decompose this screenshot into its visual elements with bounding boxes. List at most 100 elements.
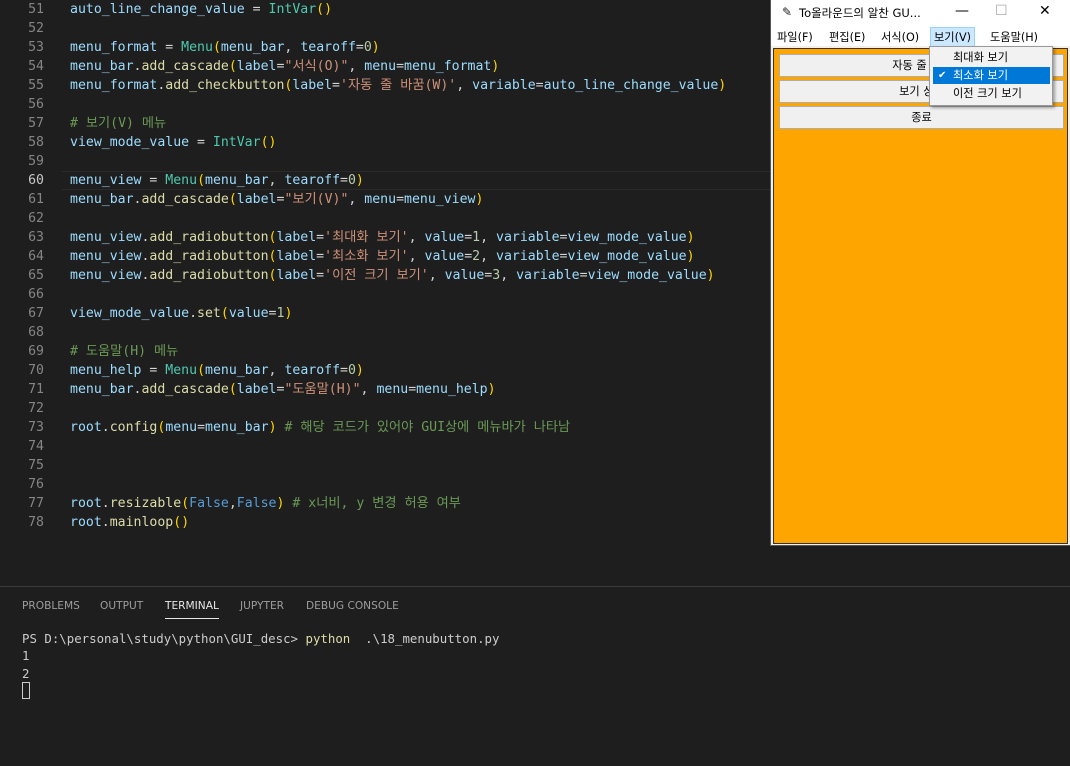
code-token: Menu	[165, 363, 198, 378]
tab-debug-console[interactable]: DEBUG CONSOLE	[306, 600, 399, 612]
code-token: view_mode_value	[70, 306, 190, 321]
line-number: 72	[28, 401, 44, 416]
code-token: ,	[284, 40, 301, 55]
code-token: menu_bar	[70, 382, 134, 397]
menu-file[interactable]: 파일(F)	[777, 29, 813, 45]
exit-button[interactable]: 종료	[779, 106, 1064, 129]
code-token: )	[487, 382, 496, 397]
code-token: ,	[228, 496, 237, 511]
code-token: =	[535, 78, 544, 93]
code-token: variable	[472, 78, 536, 93]
line-number: 71	[28, 382, 44, 397]
code-token: )	[355, 363, 364, 378]
code-token: menu_view	[404, 192, 476, 207]
code-text: # 보기(V) 메뉴	[70, 114, 166, 133]
menu-format[interactable]: 서식(O)	[881, 29, 919, 45]
menu-edit[interactable]: 편집(E)	[829, 29, 865, 45]
line-number: 68	[28, 325, 44, 340]
code-token: =	[244, 2, 269, 17]
code-token: "서식(O)"	[284, 59, 349, 74]
code-text: # 도움말(H) 메뉴	[70, 342, 178, 361]
line-number: 62	[28, 211, 44, 226]
code-token: menu_bar	[220, 40, 285, 55]
code-token: )	[686, 230, 695, 245]
code-token: value	[424, 249, 465, 264]
terminal-command-line[interactable]: PS D:\personal\study\python\GUI_desc> py…	[22, 631, 499, 646]
code-token: ,	[500, 268, 517, 283]
app-menubar: 파일(F) 편집(E) 서식(O) 보기(V) 도움말(H)	[771, 26, 1070, 47]
code-token: 0	[363, 40, 372, 55]
code-token: root	[70, 496, 102, 511]
code-token: (	[197, 363, 206, 378]
menu-item-label: 이전 크기 보기	[953, 87, 1022, 100]
line-number: 54	[28, 59, 44, 74]
code-token: # 해당 코드가 있어야 GUI상에 메뉴바가 나타남	[284, 420, 571, 435]
code-token: =	[141, 363, 166, 378]
terminal-cursor-line[interactable]	[22, 682, 30, 699]
menu-item-minimize-view[interactable]: ✔ 최소화 보기	[933, 67, 1050, 84]
tab-terminal[interactable]: TERMINAL	[165, 600, 219, 619]
code-token: =	[355, 40, 364, 55]
code-token: view_mode_value	[567, 230, 687, 245]
terminal-cursor	[22, 682, 30, 699]
code-token: menu	[376, 382, 409, 397]
code-token: menu_view	[70, 173, 142, 188]
code-text: menu_help = Menu(menu_bar, tearoff=0)	[70, 361, 364, 380]
tab-problems[interactable]: PROBLEMS	[22, 600, 80, 612]
close-icon[interactable]: ✕	[1039, 3, 1051, 19]
window-title: To올라운드의 알찬 GU...	[799, 6, 921, 20]
code-token: 0	[347, 363, 356, 378]
code-token: ,	[268, 363, 285, 378]
minimize-icon[interactable]: —	[955, 3, 969, 19]
maximize-icon[interactable]: ☐	[995, 3, 1008, 19]
code-text: menu_view = Menu(menu_bar, tearoff=0)	[70, 171, 364, 190]
code-token: )	[706, 268, 715, 283]
code-token: menu_bar	[205, 173, 269, 188]
code-token: '최대화 보기'	[324, 230, 409, 245]
line-number: 65	[28, 268, 44, 283]
menu-item-restore-view[interactable]: 이전 크기 보기	[933, 85, 1050, 102]
code-token: =	[579, 268, 588, 283]
tab-jupyter[interactable]: JUPYTER	[240, 600, 284, 612]
code-token: 3	[492, 268, 501, 283]
window-titlebar[interactable]: ✎ To올라운드의 알찬 GU... — ☐ ✕	[771, 0, 1070, 26]
code-token: root	[70, 515, 102, 530]
code-token: 0	[347, 173, 356, 188]
tab-output[interactable]: OUTPUT	[100, 600, 143, 612]
code-token: =	[189, 135, 213, 150]
code-text: menu_format.add_checkbutton(label='자동 줄 …	[70, 76, 726, 95]
line-number: 64	[28, 249, 44, 264]
code-token: add_radiobutton	[149, 268, 269, 283]
code-token: label	[236, 59, 277, 74]
line-number: 52	[28, 21, 44, 36]
code-token: ,	[480, 249, 496, 264]
code-text: menu_view.add_radiobutton(label='최대화 보기'…	[70, 228, 695, 247]
code-token: menu_view	[70, 268, 142, 283]
code-text: menu_bar.add_cascade(label="보기(V)", menu…	[70, 190, 483, 209]
code-token: )	[284, 306, 293, 321]
line-number: 53	[28, 40, 44, 55]
code-token: menu_view	[70, 249, 142, 264]
code-token: value	[228, 306, 269, 321]
line-number: 77	[28, 496, 44, 511]
code-token: )	[686, 249, 695, 264]
code-token: menu_format	[404, 59, 492, 74]
code-token: Menu	[165, 173, 198, 188]
code-token: mainloop	[109, 515, 174, 530]
menu-item-maximize-view[interactable]: 최대화 보기	[933, 49, 1050, 66]
terminal-args: .\18_menubutton.py	[350, 631, 500, 646]
menu-view[interactable]: 보기(V)	[930, 27, 975, 47]
line-number: 57	[28, 116, 44, 131]
code-token: =	[332, 78, 340, 93]
code-token: =	[340, 363, 348, 378]
code-token: variable	[496, 249, 560, 264]
code-token: auto_line_change_value	[70, 2, 245, 17]
line-number: 75	[28, 458, 44, 473]
check-icon: ✔	[938, 70, 947, 81]
code-token: view_mode_value	[587, 268, 707, 283]
code-token: menu_help	[416, 382, 488, 397]
code-token: =	[316, 249, 325, 264]
code-token: .	[189, 306, 198, 321]
line-number: 67	[28, 306, 44, 321]
menu-help[interactable]: 도움말(H)	[990, 29, 1038, 45]
